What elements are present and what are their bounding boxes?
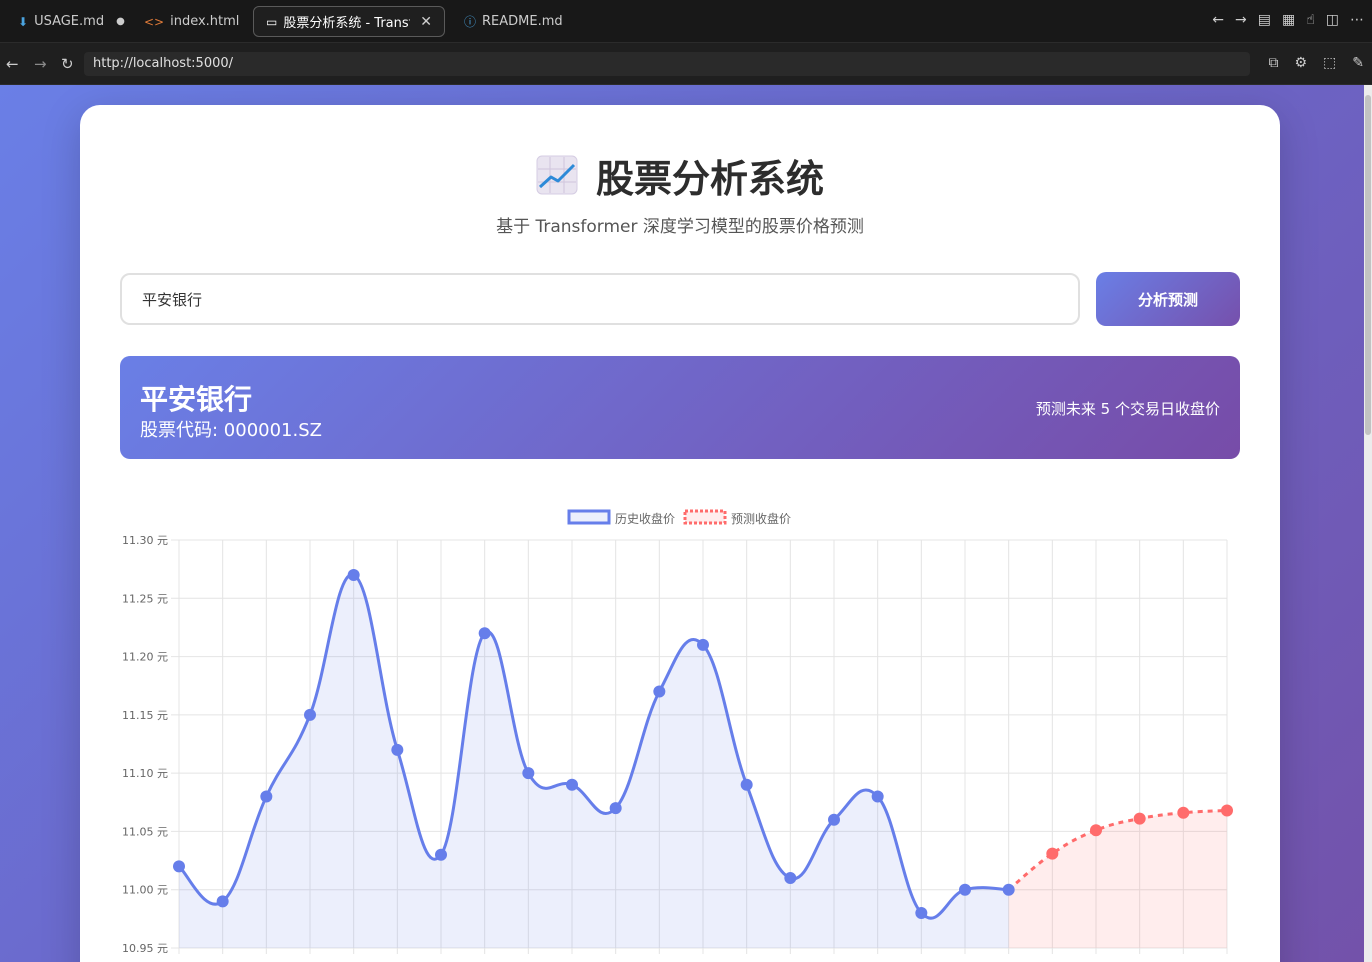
history-point bbox=[173, 860, 185, 873]
history-point bbox=[260, 790, 273, 803]
extension-icon[interactable]: ⚙ bbox=[1294, 55, 1307, 71]
prediction-point bbox=[1221, 804, 1233, 817]
address-bar: ← → ↻ http://localhost:5000/ ⧉ ⚙ ⬚ ✎ bbox=[0, 43, 1372, 85]
stock-search-input[interactable] bbox=[120, 273, 1080, 325]
y-tick-label: 11.10 元 bbox=[122, 767, 168, 780]
y-tick-label: 11.25 元 bbox=[122, 592, 168, 605]
tab-bar-actions: ← → ▤ ▦ ☝ ◫ ⋯ bbox=[1212, 12, 1364, 28]
tab-label: index.html bbox=[170, 14, 240, 29]
window-icon: ▭ bbox=[266, 14, 278, 29]
grid-icon[interactable]: ▦ bbox=[1282, 12, 1295, 28]
stock-info-panel: 平安银行 股票代码: 000001.SZ 预测未来 5 个交易日收盘价 bbox=[120, 356, 1240, 459]
y-tick-label: 11.05 元 bbox=[122, 825, 168, 838]
forward-arrow-icon[interactable]: → bbox=[1235, 12, 1247, 28]
markdown-icon: ⬇ bbox=[18, 14, 29, 29]
history-point bbox=[566, 778, 578, 791]
unsaved-dot-icon: ● bbox=[116, 16, 125, 27]
history-point bbox=[391, 743, 404, 756]
history-point bbox=[697, 638, 709, 651]
title-row: 股票分析系统 bbox=[80, 150, 1280, 201]
browser-tab-bar: ⬇ USAGE.md ● <> index.html ▭ 股票分析系统 - Tr… bbox=[0, 0, 1372, 43]
back-icon[interactable]: ← bbox=[6, 55, 19, 73]
reader-icon[interactable]: ▤ bbox=[1258, 12, 1271, 28]
tab-label: USAGE.md bbox=[34, 14, 105, 29]
tab-label: README.md bbox=[482, 14, 563, 29]
history-point bbox=[871, 790, 884, 803]
history-point bbox=[216, 895, 229, 908]
price-chart-svg: 10.95 元 11.00 元 11.05 元 11.10 元 11.15 元 11.20… bbox=[122, 509, 1233, 955]
page-viewport: 股票分析系统 基于 Transformer 深度学习模型的股票价格预测 分析预测… bbox=[0, 85, 1364, 962]
address-bar-actions: ⧉ ⚙ ⬚ ✎ bbox=[1268, 55, 1364, 71]
page-subtitle: 基于 Transformer 深度学习模型的股票价格预测 bbox=[496, 217, 864, 237]
legend-swatch bbox=[567, 509, 611, 525]
page-header: 股票分析系统 基于 Transformer 深度学习模型的股票价格预测 bbox=[80, 150, 1280, 237]
analyze-button[interactable]: 分析预测 bbox=[1096, 272, 1240, 326]
prediction-point bbox=[1046, 847, 1059, 860]
history-point bbox=[740, 778, 753, 791]
prediction-point bbox=[1090, 824, 1102, 837]
close-icon[interactable]: ✕ bbox=[420, 14, 432, 30]
prediction-point bbox=[1177, 806, 1190, 819]
history-point bbox=[828, 813, 840, 826]
reload-icon[interactable]: ↻ bbox=[61, 55, 74, 73]
y-tick-label: 11.20 元 bbox=[122, 651, 168, 664]
code-icon: <> bbox=[144, 14, 165, 29]
history-area bbox=[179, 574, 1009, 948]
main-card: 股票分析系统 基于 Transformer 深度学习模型的股票价格预测 分析预测… bbox=[80, 105, 1280, 962]
history-point bbox=[478, 627, 491, 640]
price-chart: 10.95 元 11.00 元 11.05 元 11.10 元 11.15 元 11.20… bbox=[80, 490, 1280, 962]
tab-readme-md[interactable]: ⓘ README.md bbox=[452, 6, 575, 37]
info-icon: ⓘ bbox=[464, 15, 477, 29]
legend-swatch bbox=[683, 509, 727, 525]
open-external-icon[interactable]: ⧉ bbox=[1268, 55, 1278, 71]
legend-label: 预测收盘价 bbox=[731, 511, 791, 526]
back-arrow-icon[interactable]: ← bbox=[1212, 12, 1224, 28]
chart-increasing-icon bbox=[536, 155, 578, 195]
y-tick-label: 10.95 元 bbox=[122, 942, 168, 955]
y-tick-label: 11.15 元 bbox=[122, 709, 168, 722]
history-point bbox=[522, 767, 535, 780]
page-title: 股票分析系统 bbox=[595, 156, 824, 201]
history-point bbox=[609, 802, 622, 815]
prediction-note: 预测未来 5 个交易日收盘价 bbox=[1035, 400, 1220, 418]
tab-stock-analysis[interactable]: ▭ 股票分析系统 - Transf... ✕ bbox=[253, 6, 445, 37]
history-point bbox=[784, 872, 797, 885]
tools-icon[interactable]: ✎ bbox=[1352, 55, 1364, 71]
history-point bbox=[347, 568, 360, 581]
y-tick-label: 11.30 元 bbox=[122, 534, 168, 547]
stock-code: 股票代码: 000001.SZ bbox=[140, 420, 322, 441]
pointer-icon[interactable]: ☝ bbox=[1306, 12, 1315, 28]
legend-label: 历史收盘价 bbox=[615, 511, 675, 526]
y-tick-label: 11.00 元 bbox=[122, 884, 168, 897]
history-point bbox=[1002, 883, 1015, 896]
url-field[interactable]: http://localhost:5000/ bbox=[84, 52, 1250, 76]
forward-icon[interactable]: → bbox=[34, 55, 47, 73]
split-view-icon[interactable]: ◫ bbox=[1326, 12, 1339, 28]
prediction-point bbox=[1133, 812, 1146, 825]
tab-label: 股票分析系统 - Transf... bbox=[283, 16, 410, 31]
history-point bbox=[653, 685, 666, 698]
history-point bbox=[959, 883, 971, 896]
tab-index-html[interactable]: <> index.html bbox=[132, 6, 251, 37]
more-icon[interactable]: ⋯ bbox=[1350, 12, 1364, 28]
tab-usage-md[interactable]: ⬇ USAGE.md ● bbox=[6, 6, 137, 37]
history-point bbox=[304, 708, 316, 721]
devtools-icon[interactable]: ⬚ bbox=[1323, 55, 1336, 71]
vertical-scrollbar[interactable] bbox=[1364, 85, 1372, 962]
history-point bbox=[915, 907, 928, 920]
scrollbar-thumb[interactable] bbox=[1365, 95, 1371, 435]
history-point bbox=[435, 848, 447, 861]
stock-name: 平安银行 bbox=[140, 383, 253, 416]
